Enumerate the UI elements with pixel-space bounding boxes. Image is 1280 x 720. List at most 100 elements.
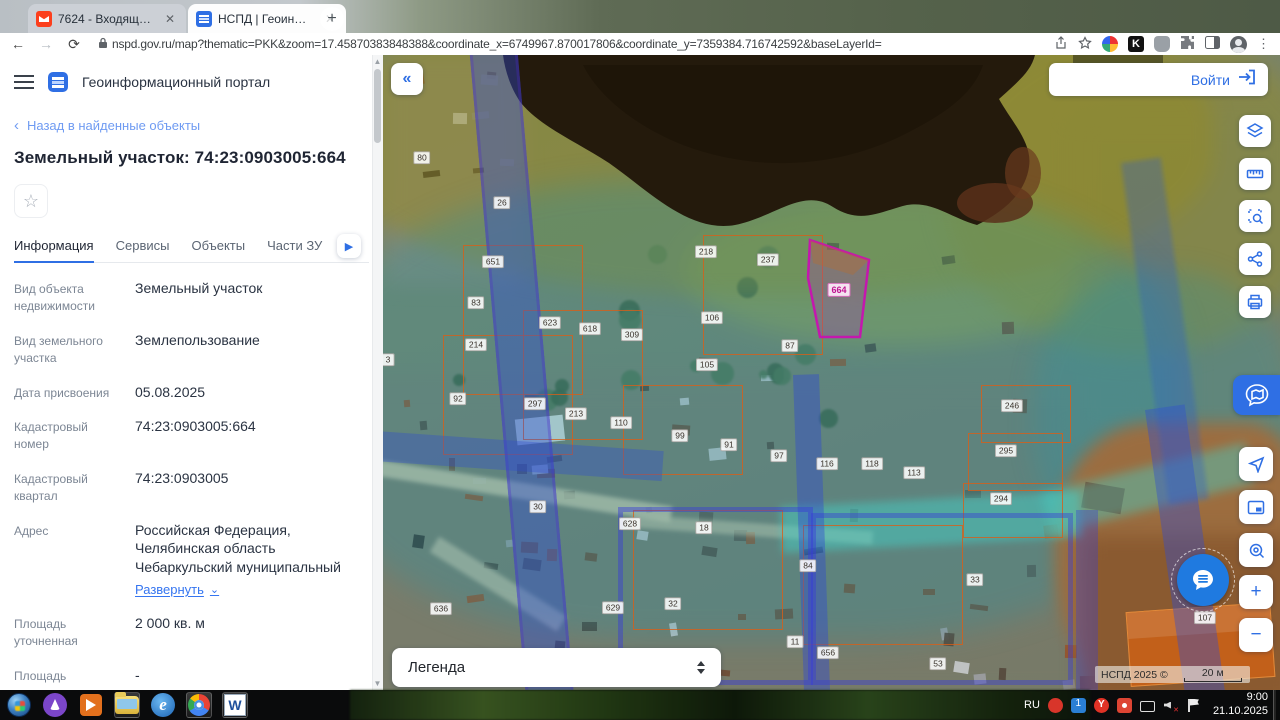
tray-clock[interactable]: 9:00 21.10.2025	[1213, 691, 1268, 719]
measure-ruler-button[interactable]	[1239, 158, 1271, 190]
windows-taskbar: e RU 9:00 21.10.2025	[0, 690, 1280, 720]
share-icon[interactable]	[1054, 35, 1068, 53]
show-desktop-button[interactable]	[1273, 690, 1276, 720]
back-link-label: Назад в найденные объекты	[27, 118, 201, 133]
panel-tab-2[interactable]: Сервисы	[116, 232, 170, 262]
portal-logo-icon	[48, 72, 68, 92]
extension-icon[interactable]	[1154, 36, 1170, 52]
panel-collapse-button[interactable]: «	[391, 63, 423, 95]
chrome-taskbar-icon[interactable]	[186, 692, 212, 718]
login-bar[interactable]: Войти	[1049, 63, 1268, 96]
reload-icon[interactable]: ⟳	[64, 36, 84, 53]
field-row: Адрес Российская Федерация, Челябинская о…	[14, 521, 369, 600]
tray-icon[interactable]	[1116, 697, 1132, 713]
scroll-down-icon[interactable]: ▼	[373, 679, 382, 688]
chat-button[interactable]	[1177, 554, 1229, 606]
explorer-taskbar-icon[interactable]	[114, 692, 140, 718]
field-row: Вид объекта недвижимости Земельный участо…	[14, 279, 369, 316]
info-panel: Геоинформационный портал ‹ Назад в найде…	[0, 55, 383, 720]
tray-time: 9:00	[1246, 691, 1268, 704]
tab-close-icon[interactable]: ✕	[162, 11, 178, 27]
locate-me-button[interactable]	[1239, 447, 1273, 481]
parcel-page-title: Земельный участок: 74:23:0903005:664	[14, 148, 346, 167]
forward-icon[interactable]: →	[36, 36, 56, 52]
back-to-results-link[interactable]: ‹ Назад в найденные объекты	[14, 117, 369, 134]
selected-parcel-label: 664	[827, 282, 851, 298]
zoom-in-button[interactable]: +	[1239, 575, 1273, 609]
browser-tab-strip: 7624 - Входящие — Яндекс По… ✕ НСПД | Ге…	[0, 0, 1280, 33]
panel-scrollbar[interactable]: ▲ ▼	[372, 55, 383, 690]
field-label: Вид земельного участка	[14, 333, 103, 366]
yandex-browser-taskbar-icon[interactable]	[42, 692, 68, 718]
app-taskbar-icon[interactable]	[78, 692, 104, 718]
print-button[interactable]	[1239, 286, 1271, 318]
legend-expand-icon[interactable]	[697, 661, 705, 674]
language-indicator[interactable]: RU	[1024, 699, 1040, 711]
action-center-flag-icon[interactable]	[1186, 698, 1201, 713]
zoom-out-button[interactable]: −	[1239, 618, 1273, 652]
attribution-text: НСПД 2025 ©	[1101, 668, 1168, 681]
scroll-up-icon[interactable]: ▲	[373, 57, 382, 66]
chevron-down-icon: ⌄	[209, 583, 220, 596]
bookmark-star-icon[interactable]	[1078, 35, 1092, 53]
favorite-star-button[interactable]: ☆	[14, 184, 48, 218]
login-label: Войти	[1190, 71, 1230, 88]
active-map-tool-button[interactable]	[1233, 375, 1280, 415]
address-bar-url[interactable]: nspd.gov.ru/map?thematic=PKK&zoom=17.458…	[112, 37, 882, 51]
tray-icon[interactable]	[1047, 697, 1063, 713]
field-label: Дата присвоения	[14, 385, 110, 400]
profile-avatar[interactable]	[1230, 35, 1247, 53]
minimap-button[interactable]	[1239, 490, 1273, 524]
yandex-tray-icon[interactable]	[1093, 697, 1109, 713]
field-label: Адрес	[14, 523, 49, 538]
search-location-button[interactable]	[1239, 533, 1273, 567]
tray-icon[interactable]	[1070, 697, 1086, 713]
side-panel-icon[interactable]	[1205, 36, 1220, 52]
portal-title: Геоинформационный портал	[82, 74, 271, 90]
field-label: Кадастровый квартал	[14, 471, 88, 504]
field-label: Площадь уточненная	[14, 617, 78, 649]
parcel-fields: Вид объекта недвижимости Земельный участо…	[14, 279, 369, 720]
lock-icon[interactable]	[98, 37, 108, 52]
field-value: 74:23:0903005	[135, 469, 229, 486]
share-map-button[interactable]	[1239, 243, 1271, 275]
panel-tab-3[interactable]: Объекты	[191, 232, 245, 262]
browser-tab-mail[interactable]: 7624 - Входящие — Яндекс По… ✕	[28, 4, 186, 33]
area-search-button[interactable]	[1239, 200, 1271, 232]
legend-bar[interactable]: Легенда	[392, 648, 721, 687]
network-tray-icon[interactable]	[1139, 700, 1155, 712]
start-button[interactable]	[6, 692, 32, 718]
scale-bar: 20 м	[1182, 667, 1244, 682]
field-row: Вид земельного участка Землепользование	[14, 331, 369, 368]
panel-tab-4[interactable]: Части ЗУ	[267, 232, 322, 262]
panel-tab-1[interactable]: Информация	[14, 232, 94, 263]
extension-icon[interactable]	[1102, 36, 1118, 52]
map-canvas[interactable]: 80 26 651 83 623 618 309 214 3 92 297 213 110 99 218 23…	[383, 55, 1280, 690]
tabs-scroll-right-button[interactable]: ▶	[337, 234, 361, 258]
scrollbar-thumb[interactable]	[374, 69, 381, 143]
field-row: Площадь уточненная 2 000 кв. м	[14, 614, 369, 651]
tab-title: НСПД | Геоинформационный п…	[218, 11, 316, 26]
word-taskbar-icon[interactable]	[222, 692, 248, 718]
field-value: 74:23:0903005:664	[135, 417, 256, 434]
address-expand-link[interactable]: Развернуть ⌄	[135, 581, 219, 599]
volume-muted-icon[interactable]	[1163, 698, 1179, 714]
new-tab-button[interactable]: +	[320, 7, 344, 31]
panel-tabs: ИнформацияСервисыОбъектыЧасти ЗУСостав▶	[14, 232, 369, 263]
login-icon	[1238, 69, 1256, 90]
wallpaper-strip	[350, 690, 1090, 720]
field-value: 2 000 кв. м	[135, 615, 205, 632]
map-attribution: НСПД 2025 © 20 м	[1095, 666, 1250, 683]
menu-hamburger-icon[interactable]	[14, 75, 34, 89]
back-icon[interactable]: ←	[8, 36, 28, 52]
browser-menu-icon[interactable]: ⋮	[1257, 36, 1270, 52]
layers-button[interactable]	[1239, 115, 1271, 147]
kinopoisk-extension-icon[interactable]: K	[1128, 36, 1144, 52]
yandex-mail-favicon	[36, 10, 52, 27]
field-value: Землепользование	[135, 331, 260, 348]
field-value: Российская Федерация, Челябинская област…	[135, 521, 341, 599]
tray-date: 21.10.2025	[1212, 705, 1268, 717]
internet-explorer-taskbar-icon[interactable]: e	[150, 692, 176, 718]
puzzle-extensions-icon[interactable]	[1180, 35, 1195, 53]
legend-label: Легенда	[408, 659, 466, 676]
